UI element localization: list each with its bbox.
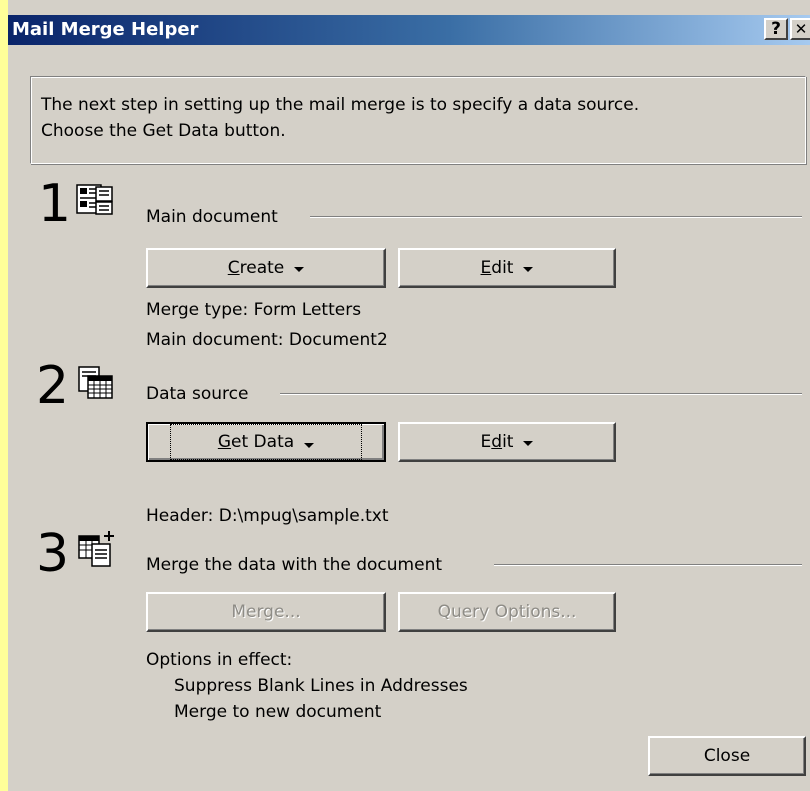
chevron-down-icon xyxy=(304,443,315,448)
create-button[interactable]: Create xyxy=(146,248,386,288)
window-title: Mail Merge Helper xyxy=(12,19,199,40)
main-document-label: Main document xyxy=(146,207,278,227)
divider xyxy=(310,216,802,218)
query-options-button[interactable]: Query Options... xyxy=(398,592,616,632)
options-title: Options in effect: xyxy=(146,650,293,670)
merge-section-label: Merge the data with the document xyxy=(146,555,443,575)
divider xyxy=(280,393,802,395)
chevron-down-icon xyxy=(294,266,305,272)
help-icon: ? xyxy=(771,19,781,39)
main-document-icon xyxy=(76,184,113,215)
merge-icon xyxy=(78,531,114,567)
merge-button[interactable]: Merge... xyxy=(146,592,386,632)
get-data-button[interactable]: Get Data xyxy=(146,422,386,462)
mail-merge-dialog: Mail Merge Helper ? ✕ The next step in s… xyxy=(0,0,810,791)
close-window-button[interactable]: ✕ xyxy=(790,18,810,40)
instruction-line-1: The next step in setting up the mail mer… xyxy=(41,95,640,115)
data-source-label: Data source xyxy=(146,384,249,404)
step-1-number: 1 xyxy=(38,174,72,234)
title-bar[interactable]: Mail Merge Helper ? ✕ xyxy=(8,15,810,45)
step-2-number: 2 xyxy=(36,356,70,416)
instruction-box: The next step in setting up the mail mer… xyxy=(30,76,806,164)
header-file-text: Header: D:\mpug\sample.txt xyxy=(146,506,389,526)
divider xyxy=(494,564,802,566)
chevron-down-icon xyxy=(523,440,534,446)
help-button[interactable]: ? xyxy=(764,18,788,40)
chevron-down-icon xyxy=(523,266,534,272)
data-source-icon xyxy=(78,366,113,399)
step-3-number: 3 xyxy=(36,524,70,584)
main-document-name-text: Main document: Document2 xyxy=(146,330,388,350)
edit-main-document-button[interactable]: Edit xyxy=(398,248,616,288)
instruction-line-2: Choose the Get Data button. xyxy=(41,121,286,141)
option-suppress-blank-lines: Suppress Blank Lines in Addresses xyxy=(174,676,468,696)
close-button[interactable]: Close xyxy=(648,736,806,776)
close-icon: ✕ xyxy=(794,20,808,38)
option-merge-to-new-document: Merge to new document xyxy=(174,702,382,722)
merge-type-text: Merge type: Form Letters xyxy=(146,300,362,320)
edit-data-source-button[interactable]: Ed it xyxy=(398,422,616,462)
